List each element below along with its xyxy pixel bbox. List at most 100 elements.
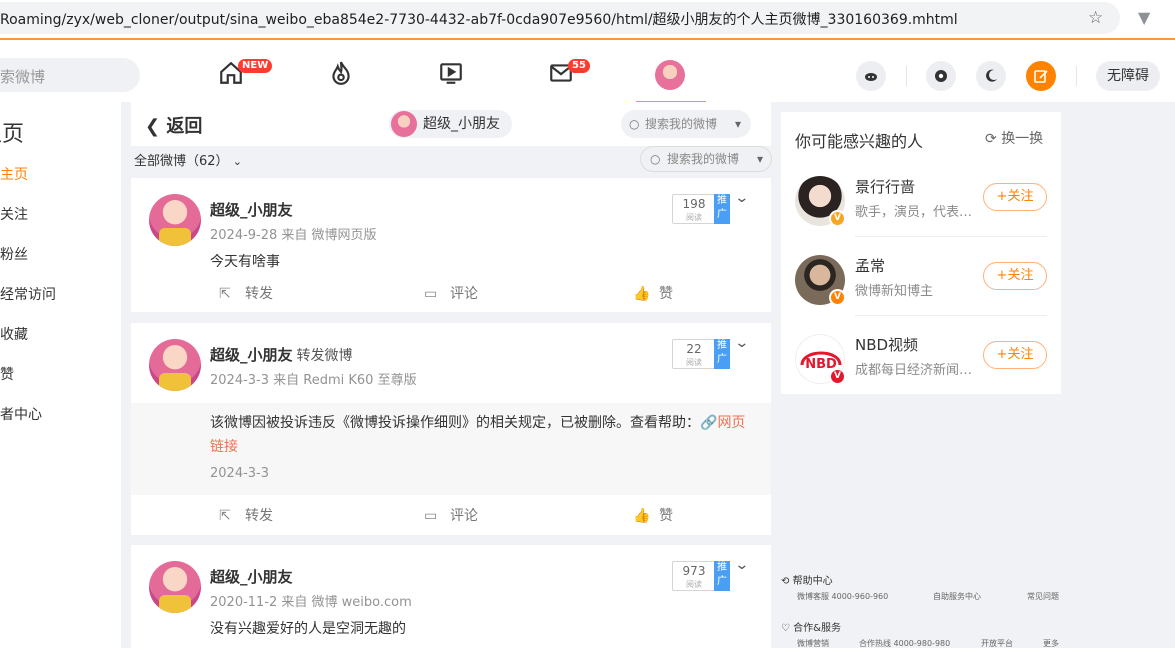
- user-chip[interactable]: 超级_小朋友: [389, 110, 512, 138]
- all-posts-filter[interactable]: 全部微博（62） ⌄: [134, 150, 242, 169]
- footer-link[interactable]: 更多: [1043, 638, 1059, 648]
- game-controller-icon[interactable]: [856, 61, 886, 91]
- profile-header-bar: ❮ 返回 超级_小朋友 搜索我的微博: [131, 102, 771, 146]
- follow-button[interactable]: +关注: [983, 341, 1047, 369]
- like-label: 赞: [659, 508, 673, 524]
- feed-search-input[interactable]: 搜索我的微博: [640, 146, 772, 172]
- sidebar-item-following[interactable]: 的关注: [0, 204, 28, 224]
- heart-icon: ♡: [781, 623, 790, 634]
- search-input[interactable]: 索微博: [0, 58, 140, 92]
- recommended-user-name[interactable]: 景行行啬: [855, 176, 915, 197]
- profile-avatar[interactable]: [655, 60, 685, 90]
- footer-link[interactable]: 开放平台: [981, 638, 1013, 648]
- thumbs-up-icon: 👍: [633, 508, 651, 524]
- share-icon: ⇱: [219, 286, 231, 302]
- footer-link[interactable]: 自助服务中心: [933, 591, 981, 602]
- footer-link[interactable]: 常见问题: [1027, 591, 1059, 602]
- recommended-user-name[interactable]: 孟常: [855, 255, 885, 276]
- follow-button[interactable]: +关注: [983, 262, 1047, 290]
- post-card: 超级_小朋友 2024-9-28 来自 微博网页版 今天有啥事 198 阅读 推…: [131, 178, 771, 312]
- author-name-text: 超级_小朋友: [210, 201, 293, 219]
- all-posts-label: 全部微博（62）: [134, 154, 229, 169]
- refresh-button[interactable]: ⟳ 换一换: [985, 128, 1043, 148]
- follow-button[interactable]: +关注: [983, 183, 1047, 211]
- post-author-avatar[interactable]: [149, 561, 201, 613]
- post-menu-chevron-icon[interactable]: ⌄: [734, 557, 749, 573]
- back-label: 返回: [166, 116, 203, 137]
- post-card: 超级_小朋友 转发微博 2024-3-3 来自 Redmi K60 至尊版 22 …: [131, 323, 771, 535]
- repost-tag: 转发微博: [296, 348, 353, 364]
- comment-icon: ▭: [424, 286, 438, 302]
- thumbs-up-icon: 👍: [633, 286, 651, 302]
- header-search-input[interactable]: 搜索我的微博: [621, 110, 751, 138]
- post-author-avatar[interactable]: [149, 194, 201, 246]
- top-nav: 索微博 NEW 55 无障碍: [0, 38, 1175, 103]
- promote-button[interactable]: 推广: [714, 561, 730, 591]
- repost-button[interactable]: ⇱ 转发: [219, 283, 273, 303]
- footer-link[interactable]: 微博营销: [797, 638, 829, 648]
- compose-post-icon[interactable]: [1026, 61, 1056, 91]
- verified-badge-icon: V: [829, 289, 846, 306]
- sidebar-item-my-home[interactable]: 的主页: [0, 164, 28, 184]
- author-name-text: 超级_小朋友: [210, 568, 293, 586]
- recommended-user-name[interactable]: NBD视频: [855, 334, 918, 355]
- help-icon: ⟲: [781, 576, 790, 587]
- view-count-box: 198 阅读: [672, 194, 716, 224]
- back-button[interactable]: ❮ 返回: [145, 112, 202, 138]
- nav-divider: [1076, 66, 1077, 86]
- refresh-icon: ⟳: [985, 131, 997, 147]
- sidebar-item-fans[interactable]: 的粉丝: [0, 244, 28, 264]
- accessibility-button[interactable]: 无障碍: [1096, 61, 1160, 91]
- dark-mode-moon-icon[interactable]: [976, 61, 1006, 91]
- extension-icon[interactable]: ▼: [1138, 8, 1150, 27]
- quoted-post-date[interactable]: 2024-3-3: [210, 466, 269, 481]
- browser-address-bar: Roaming/zyx/web_cloner/output/sina_weibo…: [0, 0, 1175, 38]
- post-text: 没有兴趣爱好的人是空洞无趣的: [210, 621, 406, 637]
- post-meta[interactable]: 2024-3-3 来自 Redmi K60 至尊版: [210, 369, 417, 388]
- post-meta[interactable]: 2020-11-2 来自 微博 weibo.com: [210, 591, 412, 610]
- view-count-label: 阅读: [686, 213, 702, 222]
- post-author-name[interactable]: 超级_小朋友: [210, 566, 293, 587]
- refresh-label: 换一换: [1001, 131, 1044, 147]
- promote-button[interactable]: 推广: [714, 194, 730, 224]
- repost-label: 转发: [245, 286, 273, 302]
- sidebar-item-likes[interactable]: 的赞: [0, 364, 14, 384]
- post-menu-chevron-icon[interactable]: ⌄: [734, 335, 749, 351]
- comment-button[interactable]: ▭ 评论: [424, 283, 478, 303]
- view-count: 198: [682, 197, 706, 211]
- hot-fire-icon[interactable]: [328, 60, 356, 88]
- sidebar-item-favorites[interactable]: 的收藏: [0, 324, 28, 344]
- comment-button[interactable]: ▭ 评论: [424, 505, 478, 525]
- like-button[interactable]: 👍 赞: [633, 283, 673, 303]
- chevron-down-icon: ⌄: [232, 155, 242, 168]
- view-count-label: 阅读: [686, 358, 702, 367]
- sidebar-item-creator-center[interactable]: 作者中心: [0, 404, 42, 424]
- post-author-name[interactable]: 超级_小朋友: [210, 199, 293, 220]
- view-count-label: 阅读: [686, 580, 702, 589]
- user-chip-name: 超级_小朋友: [423, 116, 500, 132]
- settings-gear-icon[interactable]: [926, 61, 956, 91]
- chevron-left-icon: ❮: [145, 116, 161, 137]
- footer-link[interactable]: 微博客服 4000-960-960: [797, 591, 888, 602]
- post-author-name[interactable]: 超级_小朋友 转发微博: [210, 344, 353, 365]
- like-button[interactable]: 👍 赞: [633, 505, 673, 525]
- post-meta[interactable]: 2024-9-28 来自 微博网页版: [210, 224, 377, 243]
- post-menu-chevron-icon[interactable]: ⌄: [734, 190, 749, 206]
- comment-label: 评论: [450, 286, 478, 302]
- promote-button[interactable]: 推广: [714, 339, 730, 369]
- post-author-avatar[interactable]: [149, 339, 201, 391]
- bookmark-star-icon[interactable]: ☆: [1088, 8, 1103, 28]
- view-count-box: 22 阅读: [672, 339, 716, 369]
- post-card: 超级_小朋友 2020-11-2 来自 微博 weibo.com 没有兴趣爱好的…: [131, 545, 771, 648]
- post-actions: ⇱ 转发 ▭ 评论 👍 赞: [131, 501, 771, 531]
- recommend-title: 你可能感兴趣的人: [795, 132, 924, 151]
- verified-badge-icon: V: [829, 210, 846, 227]
- sidebar-item-frequent-visits[interactable]: 的经常访问: [0, 284, 56, 304]
- video-play-icon[interactable]: [438, 60, 466, 88]
- quoted-post-text: 该微博因被投诉违反《微博投诉操作细则》的相关规定，已被删除。查看帮助：🔗网页链接: [210, 411, 755, 459]
- repost-button[interactable]: ⇱ 转发: [219, 505, 273, 525]
- url-text[interactable]: Roaming/zyx/web_cloner/output/sina_weibo…: [0, 9, 958, 29]
- footer-link[interactable]: 合作热线 4000-980-980: [859, 638, 950, 648]
- recommended-user-desc: 微博新知博主: [855, 284, 934, 299]
- feed-filter-bar: 全部微博（62） ⌄ 搜索我的微博: [131, 146, 772, 178]
